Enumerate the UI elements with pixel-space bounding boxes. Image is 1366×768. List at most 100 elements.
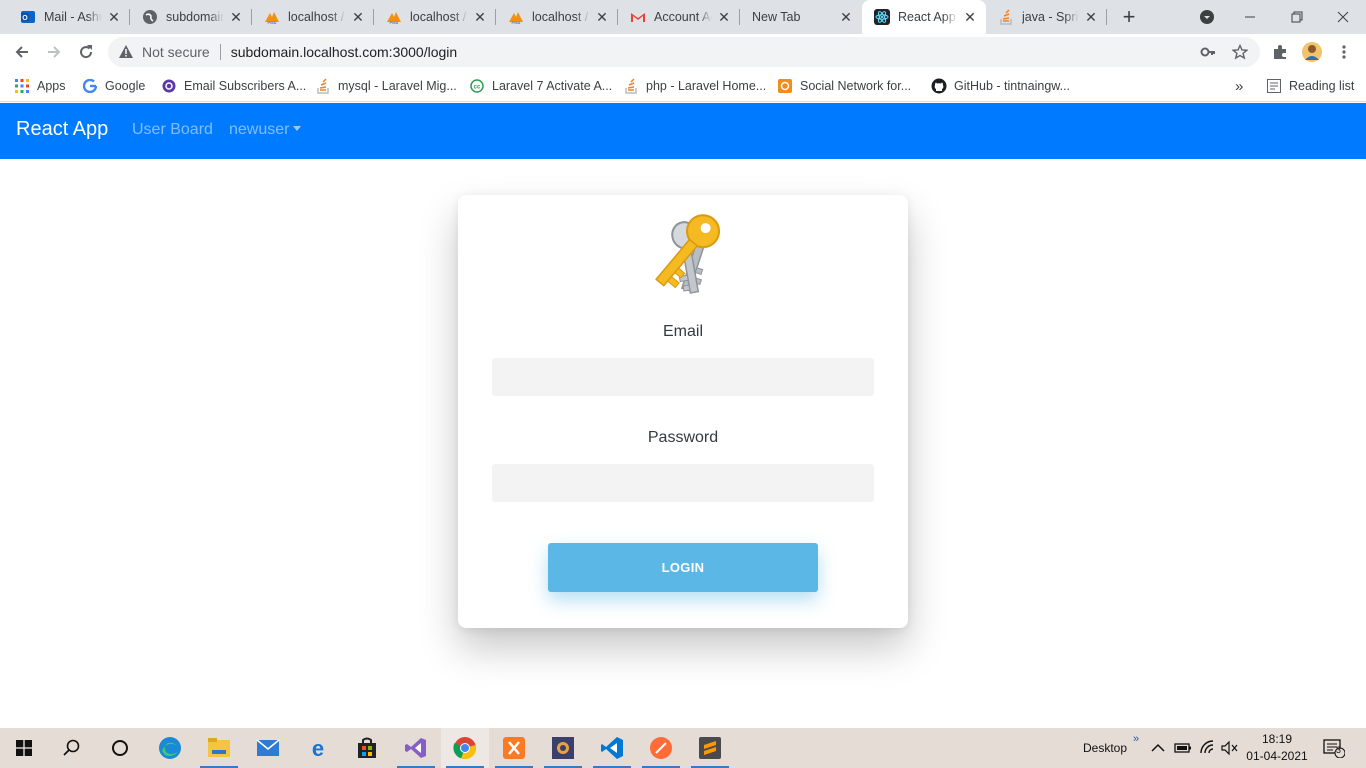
bookmark-label: GitHub - tintnaingw... — [954, 79, 1071, 93]
social-network-icon — [777, 78, 793, 94]
new-tab-button[interactable]: + — [1117, 4, 1141, 29]
bookmark-apps[interactable]: Apps — [14, 76, 66, 96]
close-tab-icon[interactable]: ✕ — [106, 9, 122, 25]
reading-list-button[interactable]: Reading list — [1266, 76, 1354, 96]
bookmark-laravel7[interactable]: cc Laravel 7 Activate A... — [469, 76, 612, 96]
tab-search-button[interactable] — [1195, 5, 1219, 29]
brand-link[interactable]: React App — [16, 118, 108, 141]
close-tab-icon[interactable]: ✕ — [962, 9, 978, 25]
clock-time: 18:19 — [1261, 732, 1293, 746]
close-tab-icon[interactable]: ✕ — [594, 9, 610, 25]
password-input[interactable] — [492, 464, 874, 502]
system-clock[interactable]: 18:19 01-04-2021 — [1246, 731, 1308, 765]
notification-center-icon[interactable]: 3 — [1323, 728, 1345, 768]
tab-localhost-2[interactable]: PMA localhost / ✕ — [374, 0, 496, 34]
tab-account[interactable]: Account Ac ✕ — [618, 0, 740, 34]
login-button[interactable]: LOGIN — [548, 543, 818, 592]
bookmark-label: Laravel 7 Activate A... — [492, 79, 613, 93]
url-text[interactable]: subdomain.localhost.com:3000/login — [231, 44, 457, 60]
svg-text:PMA: PMA — [268, 20, 277, 25]
nav-user-dropdown[interactable]: newuser — [229, 121, 301, 139]
nav-user-label: newuser — [229, 121, 290, 138]
address-bar[interactable]: Not secure subdomain.localhost.com:3000/… — [108, 37, 1260, 67]
close-tab-icon[interactable]: ✕ — [350, 9, 366, 25]
key-icon[interactable] — [1200, 44, 1216, 60]
tab-java[interactable]: java - Sprin ✕ — [986, 0, 1107, 34]
app-icon[interactable] — [539, 728, 587, 768]
close-tab-icon[interactable]: ✕ — [1083, 9, 1099, 25]
tab-react-app[interactable]: React App ✕ — [862, 0, 986, 34]
extensions-icon[interactable] — [1266, 38, 1294, 66]
email-input[interactable] — [492, 358, 874, 396]
profile-avatar[interactable] — [1298, 38, 1326, 66]
more-bookmarks-button[interactable]: » — [1235, 76, 1243, 96]
tab-new[interactable]: New Tab ✕ — [740, 0, 862, 34]
xampp-icon[interactable] — [490, 728, 538, 768]
edge-legacy-icon[interactable]: e — [294, 728, 342, 768]
tab-title: localhost / — [410, 10, 467, 24]
gmail-icon — [630, 9, 646, 25]
postman-icon[interactable] — [637, 728, 685, 768]
toolbar-chevron[interactable]: » — [1133, 719, 1139, 759]
close-window-button[interactable] — [1331, 5, 1355, 29]
mail-icon[interactable] — [244, 728, 292, 768]
restore-button[interactable] — [1285, 5, 1309, 29]
desktop-toolbar[interactable]: Desktop — [1083, 728, 1127, 768]
bookmark-label: Google — [105, 79, 146, 93]
wifi-icon[interactable] — [1199, 728, 1217, 768]
forward-button[interactable] — [40, 38, 68, 66]
tab-localhost-1[interactable]: PMA localhost / ✕ — [252, 0, 374, 34]
windows-taskbar: e Desktop » 18:19 01-04-2021 3 — [0, 728, 1366, 768]
bookmark-mysql[interactable]: mysql - Laravel Mig... — [315, 76, 457, 96]
reload-button[interactable] — [72, 38, 100, 66]
menu-kebab-icon[interactable] — [1330, 38, 1358, 66]
edge-icon[interactable] — [146, 728, 194, 768]
windows-start-icon[interactable] — [0, 728, 48, 768]
cc-icon: cc — [469, 78, 485, 94]
app-navbar: React App User Board newuser — [0, 103, 1366, 159]
bookmark-email-subscribers[interactable]: Email Subscribers A... — [161, 76, 306, 96]
email-label: Email — [662, 323, 703, 340]
cortana-icon[interactable] — [96, 728, 144, 768]
tab-mail[interactable]: O Mail - Ashu ✕ — [8, 0, 130, 34]
visual-studio-icon[interactable] — [392, 728, 440, 768]
back-button[interactable] — [8, 38, 36, 66]
stackoverflow-icon — [315, 78, 331, 94]
search-icon[interactable] — [48, 728, 96, 768]
bookmark-star-icon[interactable] — [1232, 44, 1248, 60]
bookmark-github[interactable]: GitHub - tintnaingw... — [931, 76, 1070, 96]
bookmark-google[interactable]: Google — [82, 76, 145, 96]
chrome-icon[interactable] — [441, 728, 489, 768]
warning-icon[interactable] — [118, 44, 134, 60]
close-tab-icon[interactable]: ✕ — [838, 9, 854, 25]
sublime-text-icon[interactable] — [686, 728, 734, 768]
close-tab-icon[interactable]: ✕ — [716, 9, 732, 25]
volume-muted-icon[interactable] — [1221, 728, 1239, 768]
bookmark-label: Social Network for... — [800, 79, 912, 93]
store-icon[interactable] — [343, 728, 391, 768]
tab-title: React App — [898, 10, 956, 24]
notification-count: 3 — [1336, 745, 1342, 755]
minimize-button[interactable] — [1238, 5, 1262, 29]
tab-localhost-3[interactable]: PMA localhost / ✕ — [496, 0, 618, 34]
svg-text:e: e — [312, 736, 324, 760]
close-tab-icon[interactable]: ✕ — [472, 9, 488, 25]
browser-toolbar: Not secure subdomain.localhost.com:3000/… — [0, 34, 1366, 70]
reading-list-label: Reading list — [1289, 79, 1355, 93]
close-tab-icon[interactable]: ✕ — [228, 9, 244, 25]
phpmyadmin-icon: PMA — [386, 9, 402, 25]
tab-title: localhost / — [532, 10, 589, 24]
security-label[interactable]: Not secure — [142, 44, 210, 60]
tab-subdomain[interactable]: subdomain ✕ — [130, 0, 252, 34]
file-explorer-icon[interactable] — [195, 728, 243, 768]
outlook-icon: O — [20, 9, 36, 25]
svg-text:O: O — [22, 15, 28, 22]
email-subscribers-icon — [161, 78, 177, 94]
bookmark-social-network[interactable]: Social Network for... — [777, 76, 911, 96]
nav-user-board[interactable]: User Board — [132, 121, 213, 139]
battery-icon[interactable] — [1174, 728, 1192, 768]
vscode-icon[interactable] — [588, 728, 636, 768]
show-hidden-icons-icon[interactable] — [1151, 728, 1165, 768]
bookmark-php[interactable]: php - Laravel Home... — [623, 76, 766, 96]
bookmark-label: Apps — [37, 79, 66, 93]
